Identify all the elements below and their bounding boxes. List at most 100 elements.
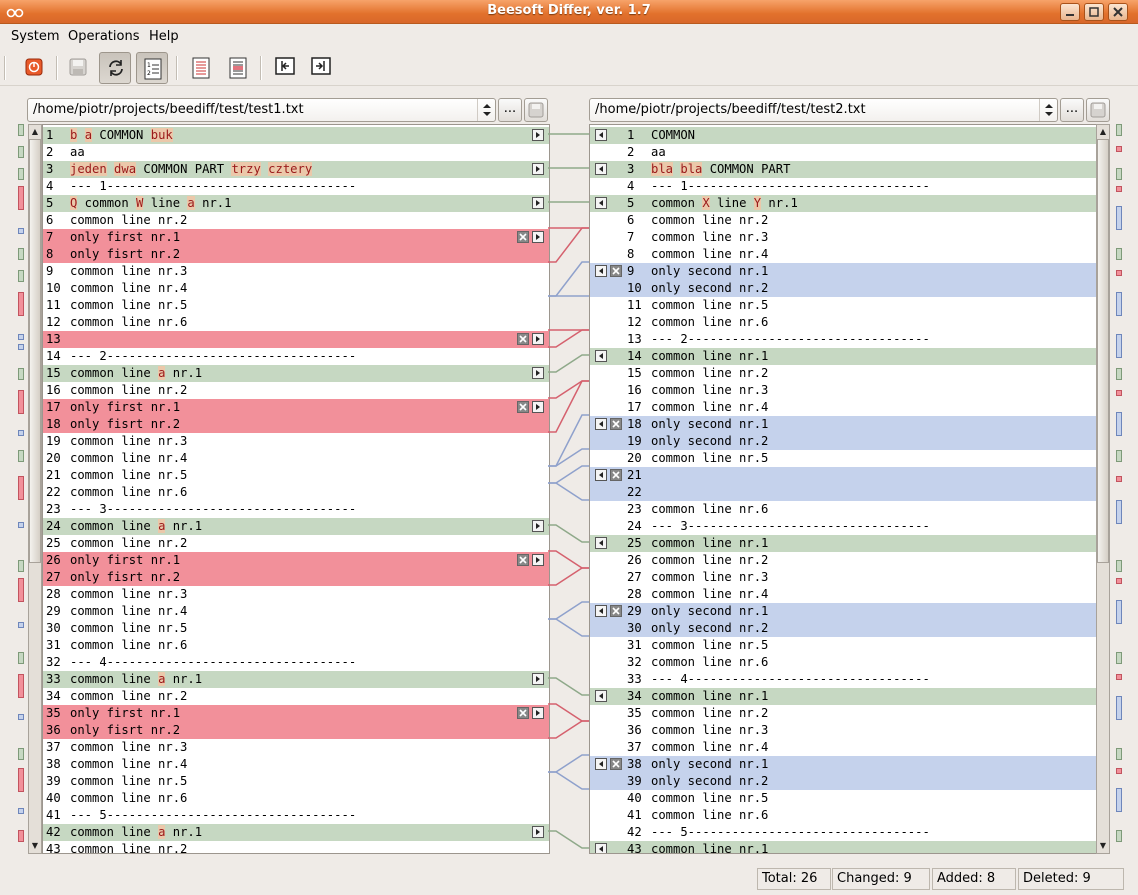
left-file-combo[interactable]: /home/piotr/projects/beediff/test/test1.… <box>27 98 496 122</box>
delete-block-icon[interactable] <box>610 265 622 277</box>
overview-marker <box>1116 600 1122 624</box>
open-left-button[interactable] <box>185 52 217 84</box>
right-scrollbar[interactable]: ▲ ▼ <box>1096 124 1110 854</box>
right-file-combo[interactable]: /home/piotr/projects/beediff/test/test2.… <box>589 98 1058 122</box>
line-number: 24 <box>46 519 61 533</box>
right-text-panel[interactable]: 1 COMMON 2 aa 3 bla bla COMMON PART 4 --- 1----… <box>589 124 1097 854</box>
minimize-button[interactable] <box>1060 3 1080 21</box>
left-browse-button[interactable]: ... <box>498 98 522 122</box>
copy-left-icon[interactable] <box>595 605 607 617</box>
scroll-down-icon[interactable]: ▼ <box>30 840 40 852</box>
line-text: common line nr.6 <box>70 485 188 499</box>
right-overview-strip[interactable] <box>1114 124 1124 854</box>
scroll-up-icon[interactable]: ▲ <box>30 126 40 138</box>
copy-right-icon[interactable] <box>532 367 544 379</box>
delete-block-icon[interactable] <box>610 469 622 481</box>
copy-left-icon[interactable] <box>595 265 607 277</box>
line-number: 21 <box>46 468 61 482</box>
line-number: 16 <box>46 383 61 397</box>
delete-block-icon[interactable] <box>517 333 529 345</box>
scroll-up-icon[interactable]: ▲ <box>1098 126 1108 138</box>
copy-right-icon[interactable] <box>532 163 544 175</box>
line-number: 6 <box>46 213 54 227</box>
delete-block-icon[interactable] <box>517 231 529 243</box>
overview-marker <box>18 368 24 380</box>
copy-right-icon[interactable] <box>532 333 544 345</box>
maximize-button[interactable] <box>1084 3 1104 21</box>
line-text: common line nr.2 <box>651 213 769 227</box>
diff-line: 35 common line nr.2 <box>590 705 1096 722</box>
copy-left-icon[interactable] <box>595 350 607 362</box>
overview-marker <box>1116 768 1122 774</box>
prev-diff-button[interactable] <box>268 52 300 84</box>
delete-block-icon[interactable] <box>517 401 529 413</box>
copy-right-icon[interactable] <box>532 231 544 243</box>
line-number: 15 <box>46 366 61 380</box>
menu-operations[interactable]: Operations <box>68 29 139 44</box>
line-text: common line nr.1 <box>651 689 769 703</box>
copy-left-icon[interactable] <box>595 758 607 770</box>
diff-line: 33 --- 4--------------------------------- <box>590 671 1096 688</box>
right-browse-button[interactable]: ... <box>1060 98 1084 122</box>
status-changed: Changed: 9 <box>832 868 930 890</box>
menu-bar: System Operations Help <box>0 25 1138 48</box>
copy-right-icon[interactable] <box>532 197 544 209</box>
diff-line: 41 common line nr.6 <box>590 807 1096 824</box>
scroll-thumb[interactable] <box>1097 139 1109 563</box>
open-right-button[interactable] <box>222 52 254 84</box>
copy-left-icon[interactable] <box>595 843 607 853</box>
copy-left-icon[interactable] <box>595 469 607 481</box>
left-scrollbar[interactable]: ▲ ▼ <box>28 124 42 854</box>
copy-left-icon[interactable] <box>595 690 607 702</box>
diff-line: 22 <box>590 484 1096 501</box>
line-number: 25 <box>46 536 61 550</box>
next-diff-button[interactable] <box>304 52 336 84</box>
copy-left-icon[interactable] <box>595 418 607 430</box>
combo-arrows-icon[interactable] <box>1039 99 1057 121</box>
copy-right-icon[interactable] <box>532 129 544 141</box>
line-number: 29 <box>46 604 61 618</box>
copy-right-icon[interactable] <box>532 554 544 566</box>
line-text: bla bla COMMON PART <box>651 162 791 176</box>
delete-block-icon[interactable] <box>610 758 622 770</box>
copy-right-icon[interactable] <box>532 707 544 719</box>
copy-left-icon[interactable] <box>595 129 607 141</box>
line-text: common line a nr.1 <box>70 366 203 380</box>
delete-block-icon[interactable] <box>517 554 529 566</box>
delete-block-icon[interactable] <box>610 605 622 617</box>
copy-left-icon[interactable] <box>595 537 607 549</box>
left-overview-strip[interactable] <box>16 124 26 854</box>
copy-left-icon[interactable] <box>595 163 607 175</box>
exit-button[interactable] <box>18 52 50 84</box>
copy-right-icon[interactable] <box>532 401 544 413</box>
toolbar-separator <box>56 56 58 80</box>
line-number: 26 <box>46 553 61 567</box>
delete-block-icon[interactable] <box>517 707 529 719</box>
right-save-button[interactable] <box>1086 98 1110 122</box>
overview-marker <box>1116 334 1122 358</box>
left-text-panel[interactable]: 1 b a COMMON buk 2 aa 3 jeden dwa COMMON PART… <box>42 124 550 854</box>
menu-help[interactable]: Help <box>149 29 179 44</box>
left-save-button[interactable] <box>524 98 548 122</box>
diff-line: 23 common line nr.6 <box>590 501 1096 518</box>
copy-right-icon[interactable] <box>532 826 544 838</box>
line-number: 13 <box>627 332 642 346</box>
refresh-button[interactable] <box>99 52 131 84</box>
scroll-down-icon[interactable]: ▼ <box>1098 840 1108 852</box>
copy-left-icon[interactable] <box>595 197 607 209</box>
delete-block-icon[interactable] <box>610 418 622 430</box>
combo-arrows-icon[interactable] <box>477 99 495 121</box>
overview-marker <box>18 674 24 698</box>
diff-line: 11 common line nr.5 <box>590 297 1096 314</box>
line-text: only fisrt nr.2 <box>70 723 181 737</box>
save-button[interactable] <box>62 52 94 84</box>
line-number: 16 <box>627 383 642 397</box>
copy-right-icon[interactable] <box>532 520 544 532</box>
copy-right-icon[interactable] <box>532 673 544 685</box>
diff-line: 13 --- 2--------------------------------- <box>590 331 1096 348</box>
line-numbers-toggle[interactable]: 12 <box>136 52 168 84</box>
line-text: --- 5---------------------------------- <box>70 808 357 822</box>
scroll-thumb[interactable] <box>29 139 41 563</box>
close-button[interactable] <box>1108 3 1128 21</box>
menu-system[interactable]: System <box>11 29 59 44</box>
